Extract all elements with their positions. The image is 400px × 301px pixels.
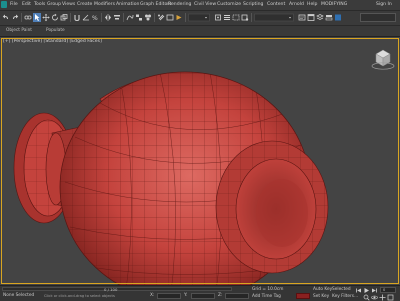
ribbon-tab-populate[interactable]: Populate (46, 28, 65, 33)
workspace-dropdown[interactable] (360, 13, 396, 22)
toolbar-separator (251, 13, 252, 22)
set-key-button[interactable]: Set Key (313, 294, 329, 299)
render-setup-icon[interactable] (157, 13, 165, 22)
select-by-name-icon[interactable] (223, 13, 231, 22)
named-selection-icon[interactable] (298, 13, 306, 22)
selection-status: None Selected (3, 293, 35, 298)
move-icon[interactable] (42, 13, 50, 22)
menu-tools[interactable]: Tools (34, 1, 45, 9)
material-editor-icon[interactable] (144, 13, 152, 22)
rect-region-icon[interactable] (232, 13, 240, 22)
add-time-tag[interactable]: Add Time Tag (252, 294, 281, 299)
z-label: Z: (218, 293, 223, 298)
menu-bar: File Edit Tools Group Views Create Modif… (0, 0, 400, 11)
ribbon-tab-object-paint[interactable]: Object Paint (6, 28, 32, 33)
sign-in-link[interactable]: Sign In (376, 1, 392, 9)
render-icon[interactable] (175, 13, 183, 22)
current-frame-field[interactable]: 0 (380, 287, 396, 293)
toggle-ribbon-icon[interactable] (325, 13, 333, 22)
spout-opening (215, 140, 329, 274)
menu-civil-view[interactable]: Civil View (194, 1, 216, 9)
selection-set-dropdown[interactable] (254, 13, 294, 22)
menu-modifying[interactable]: MODIFYING (321, 1, 347, 9)
auto-key-button[interactable]: Auto Key (313, 287, 332, 292)
selected-dropdown[interactable]: Selected (332, 287, 351, 292)
menu-create[interactable]: Create (77, 1, 92, 9)
pivot-icon[interactable] (214, 13, 222, 22)
render-frame-window-icon[interactable] (334, 13, 342, 22)
go-to-end-icon[interactable] (371, 287, 378, 294)
link-icon[interactable] (24, 13, 32, 22)
status-bar: 0 / 100 None Selected Click or click-and… (0, 285, 400, 301)
schematic-view-icon[interactable] (135, 13, 143, 22)
angle-snap-icon[interactable] (82, 13, 90, 22)
menu-file[interactable]: File (10, 1, 18, 9)
main-toolbar: % (0, 11, 400, 26)
view-dropdown[interactable] (188, 13, 210, 22)
render-frame-icon[interactable] (166, 13, 174, 22)
menu-animation[interactable]: Animation (116, 1, 139, 9)
z-coordinate-field[interactable] (225, 293, 249, 299)
undo-icon[interactable] (2, 13, 10, 22)
align-icon[interactable] (113, 13, 121, 22)
y-label: Y: (184, 293, 188, 298)
key-filters-button[interactable]: Key Filters... (332, 294, 358, 299)
select-icon[interactable] (33, 13, 41, 22)
toolbar-separator (101, 13, 102, 22)
menu-rendering[interactable]: Rendering (168, 1, 191, 9)
menu-content[interactable]: Content (267, 1, 285, 9)
prompt-line: Click or click-and-drag to select object… (44, 293, 115, 298)
menu-scripting[interactable]: Scripting (243, 1, 263, 9)
toolbar-separator (21, 13, 22, 22)
app-logo-icon[interactable] (1, 1, 7, 8)
svg-text:%: % (92, 15, 98, 22)
grid-size: Grid = 10.0cm (252, 287, 284, 292)
ribbon-bar: Object Paint Populate (0, 26, 400, 37)
current-frame: 0 (383, 288, 386, 292)
x-label: X: (150, 293, 155, 298)
menu-arnold[interactable]: Arnold (289, 1, 304, 9)
menu-graph-editors[interactable]: Graph Editors (140, 1, 172, 9)
scene-explorer-icon[interactable] (307, 13, 315, 22)
go-to-start-icon[interactable] (355, 287, 362, 294)
toolbar-separator (185, 13, 186, 22)
set-key-icon[interactable] (296, 293, 310, 299)
redo-icon[interactable] (11, 13, 19, 22)
teapot-model[interactable] (0, 37, 400, 285)
menu-group[interactable]: Group (47, 1, 61, 9)
menu-views[interactable]: Views (62, 1, 75, 9)
toolbar-separator (154, 13, 155, 22)
menu-help[interactable]: Help (307, 1, 317, 9)
window-crossing-icon[interactable] (241, 13, 249, 22)
rotate-icon[interactable] (51, 13, 59, 22)
menu-edit[interactable]: Edit (22, 1, 31, 9)
menu-modifiers[interactable]: Modifiers (94, 1, 115, 9)
frame-counter: 0 / 100 (104, 286, 118, 292)
x-coordinate-field[interactable] (157, 293, 181, 299)
percent-snap-icon[interactable]: % (91, 13, 99, 22)
mirror-icon[interactable] (104, 13, 112, 22)
toolbar-separator (123, 13, 124, 22)
perspective-viewport[interactable]: [+] [Perspective] [Standard] [Edged Face… (0, 37, 400, 285)
curve-editor-icon[interactable] (126, 13, 134, 22)
toolbar-separator (70, 13, 71, 22)
menu-customize[interactable]: Customize (217, 1, 241, 9)
y-coordinate-field[interactable] (191, 293, 215, 299)
viewcube-icon[interactable] (370, 45, 396, 73)
scale-icon[interactable] (60, 13, 68, 22)
layer-explorer-icon[interactable] (316, 13, 324, 22)
snap-icon[interactable] (73, 13, 81, 22)
play-icon[interactable] (363, 287, 370, 294)
